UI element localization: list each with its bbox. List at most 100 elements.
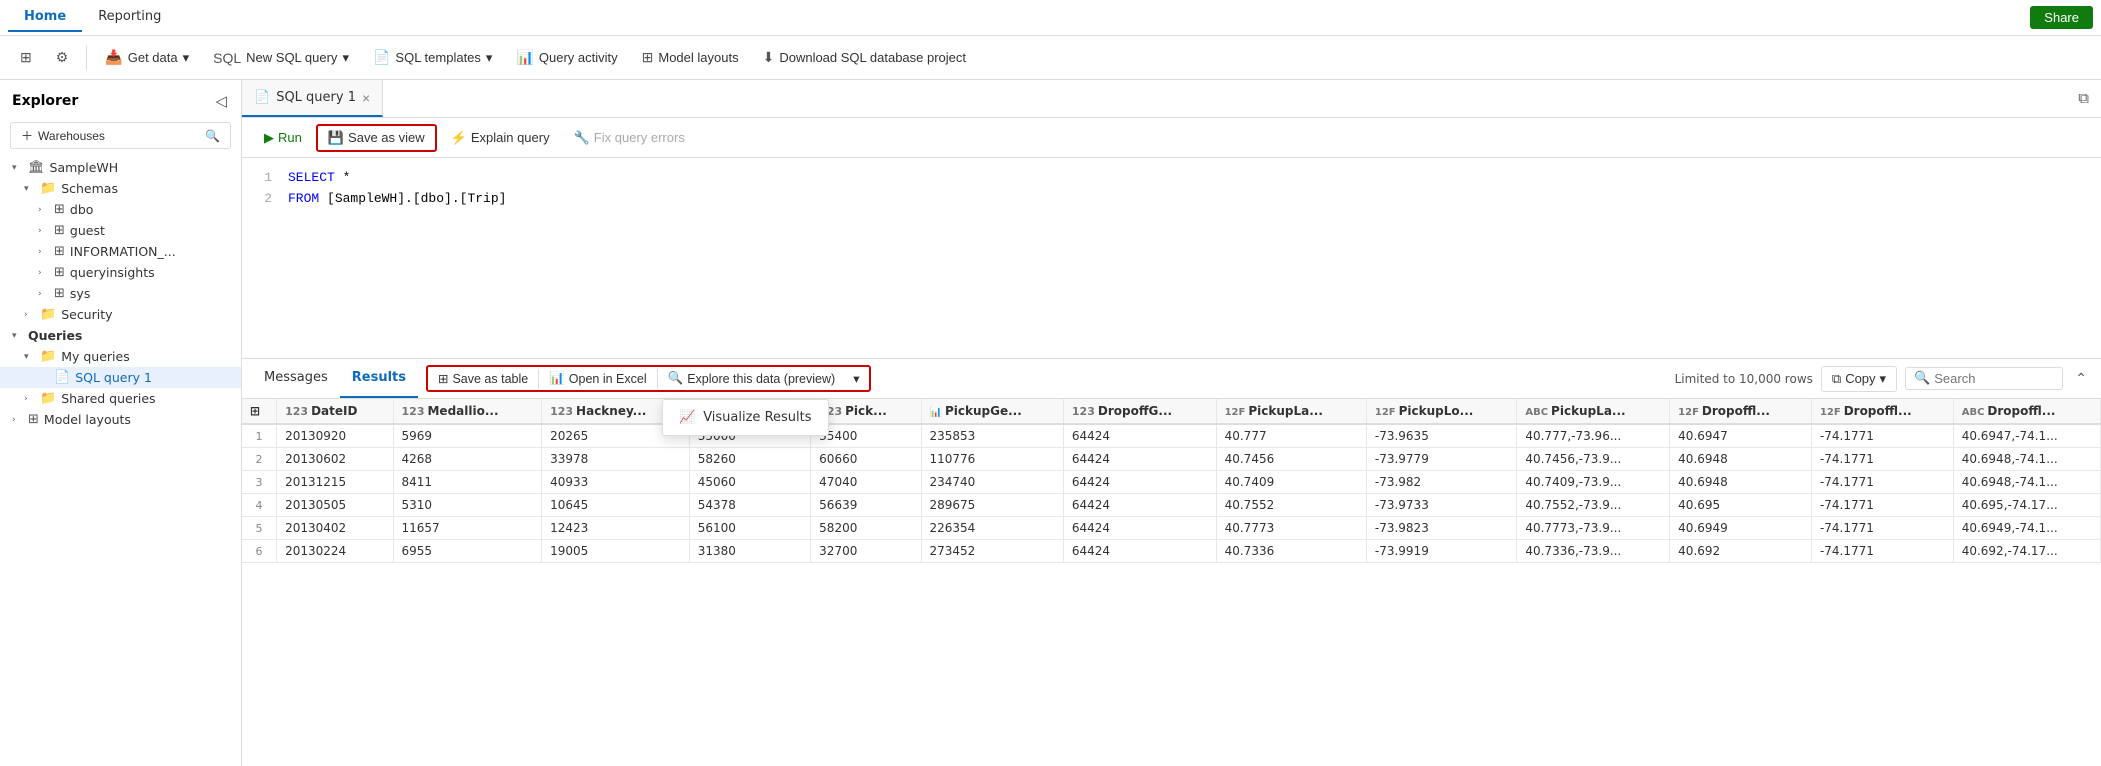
collapse-results-button[interactable]: ⌃ [2071, 366, 2091, 391]
col-header-medallio[interactable]: 123Medallio... [393, 399, 542, 424]
download-icon: ⬇ [763, 49, 775, 66]
run-button[interactable]: ▶ Run [254, 126, 312, 150]
query-activity-button[interactable]: 📊 Query activity [506, 45, 627, 70]
fix-icon: 🔧 [574, 130, 590, 146]
copy-tab-icon-btn[interactable]: ⧉ [2074, 86, 2093, 111]
table-cell: 20131215 [277, 471, 393, 494]
table-cell: -73.9779 [1366, 448, 1516, 471]
table-cell: 5310 [393, 494, 542, 517]
visualize-results-item[interactable]: 📈 Visualize Results [663, 404, 828, 431]
table-cell: 40.692,-74.17... [1953, 540, 2100, 563]
explore-icon: 🔍 [668, 371, 684, 386]
save-as-view-button[interactable]: 💾 Save as view [316, 124, 437, 152]
table-cell: 273452 [921, 540, 1063, 563]
tab-messages[interactable]: Messages [252, 359, 340, 398]
sql-editor[interactable]: 1 SELECT * 2 FROM [SampleWH].[dbo].[Trip… [242, 158, 2101, 358]
table-cell: 33978 [542, 448, 690, 471]
table-cell: 40.6949,-74.1... [1953, 517, 2100, 540]
table-cell: 20130505 [277, 494, 393, 517]
sql-icon: SQL [213, 50, 241, 66]
collapse-sidebar-button[interactable]: ◁ [213, 90, 229, 112]
table-cell: 32700 [811, 540, 921, 563]
col-header-pickupla2[interactable]: ABCPickupLa... [1517, 399, 1670, 424]
schema-icon: ⊞ [54, 286, 65, 301]
chevron-right-icon: › [38, 268, 52, 278]
save-as-table-button[interactable]: ⊞ Save as table [430, 368, 536, 389]
tab-home[interactable]: Home [8, 3, 82, 32]
tab-reporting[interactable]: Reporting [82, 3, 177, 32]
table-cell: 40.7456,-73.9... [1517, 448, 1670, 471]
toolbar-settings-btn[interactable]: ⚙ [46, 45, 79, 70]
table-cell: -74.1771 [1811, 471, 1953, 494]
model-layout-icon: ⊞ [28, 412, 39, 427]
search-input[interactable] [1934, 371, 2054, 386]
add-icon: ＋ [21, 127, 33, 144]
query-tab-1[interactable]: 📄 SQL query 1 × [242, 80, 383, 117]
table-cell: 40.7456 [1216, 448, 1366, 471]
col-header-dateid[interactable]: 123DateID [277, 399, 393, 424]
new-sql-query-button[interactable]: SQL New SQL query ▾ [203, 46, 359, 70]
sidebar-item-shared-queries[interactable]: › 📁 Shared queries [0, 388, 241, 409]
sidebar-item-my-queries[interactable]: ▾ 📁 My queries [0, 346, 241, 367]
results-right-actions: Limited to 10,000 rows ⧉ Copy ▾ 🔍 ⌃ [1675, 366, 2091, 392]
table-cell: 64424 [1063, 494, 1216, 517]
copy-button[interactable]: ⧉ Copy ▾ [1821, 366, 1897, 392]
explain-query-button[interactable]: ⚡ Explain query [441, 126, 560, 150]
activity-icon: 📊 [516, 49, 533, 66]
col-header-pickupla[interactable]: 12FPickupLa... [1216, 399, 1366, 424]
table-cell: 5969 [393, 424, 542, 448]
table-cell: 20130602 [277, 448, 393, 471]
copy-chevron: ▾ [1880, 371, 1887, 387]
table-cell: -73.9919 [1366, 540, 1516, 563]
table-icon: ⊞ [438, 371, 448, 386]
search-icon: 🔍 [205, 129, 220, 143]
col-header-dropoffl3[interactable]: ABCDropoffl... [1953, 399, 2100, 424]
tab-results[interactable]: Results [340, 359, 418, 398]
model-layouts-button[interactable]: ⊞ Model layouts [632, 45, 749, 70]
query-file-icon: 📄 [54, 370, 70, 385]
col-header-pickupgeo[interactable]: 📊PickupGe... [921, 399, 1063, 424]
sidebar-item-model-layouts[interactable]: › ⊞ Model layouts [0, 409, 241, 430]
table-cell: 40.7409 [1216, 471, 1366, 494]
sql-templates-button[interactable]: 📄 SQL templates ▾ [363, 45, 502, 70]
table-cell: 234740 [921, 471, 1063, 494]
sidebar-item-samplewh[interactable]: ▾ 🏛 SampleWH [0, 157, 241, 178]
close-tab-button[interactable]: × [362, 91, 370, 105]
sidebar-header: Explorer ◁ [0, 80, 241, 118]
fix-errors-button[interactable]: 🔧 Fix query errors [564, 126, 695, 150]
table-cell: 58260 [689, 448, 810, 471]
data-table-wrapper[interactable]: ⊞ 123DateID 123Medallio... 123Hackney... [242, 399, 2101, 766]
sidebar-item-queryinsights[interactable]: › ⊞ queryinsights [0, 262, 241, 283]
explore-data-button[interactable]: 🔍 Explore this data (preview) [660, 368, 844, 389]
chevron-right-icon: › [38, 205, 52, 215]
sidebar-item-dbo[interactable]: › ⊞ dbo [0, 199, 241, 220]
table-cell: 64424 [1063, 540, 1216, 563]
col-header-dropoffg[interactable]: 123DropoffG... [1063, 399, 1216, 424]
get-data-button[interactable]: 📥 Get data ▾ [95, 45, 199, 70]
sidebar-item-sql-query-1[interactable]: 📄 SQL query 1 [0, 367, 241, 388]
table-cell: 40.7552 [1216, 494, 1366, 517]
open-excel-button[interactable]: 📊 Open in Excel [541, 368, 654, 389]
col-header-dropoffl2[interactable]: 12FDropoffl... [1811, 399, 1953, 424]
col-header-pickuplo[interactable]: 12FPickupLo... [1366, 399, 1516, 424]
sql-tab-icon: 📄 [254, 90, 270, 105]
sidebar-item-schemas[interactable]: ▾ 📁 Schemas [0, 178, 241, 199]
table-cell: 20130920 [277, 424, 393, 448]
share-button[interactable]: Share [2030, 6, 2093, 29]
col-header-dropoffl1[interactable]: 12FDropoffl... [1670, 399, 1812, 424]
sidebar-item-information[interactable]: › ⊞ INFORMATION_... [0, 241, 241, 262]
sidebar-item-sys[interactable]: › ⊞ sys [0, 283, 241, 304]
save-icon: 💾 [328, 130, 344, 146]
add-warehouse-button[interactable]: ＋ Warehouses 🔍 [10, 122, 231, 149]
sidebar-tree: ▾ 🏛 SampleWH ▾ 📁 Schemas › ⊞ dbo › ⊞ gue… [0, 157, 241, 766]
get-data-icon: 📥 [105, 49, 122, 66]
table-row: 1201309205969202653500035400235853644244… [242, 424, 2101, 448]
toolbar-home-icon-btn[interactable]: ⊞ [10, 45, 42, 70]
more-options-button[interactable]: ▾ [845, 368, 867, 389]
sidebar-item-guest[interactable]: › ⊞ guest [0, 220, 241, 241]
table-cell: -74.1771 [1811, 517, 1953, 540]
download-project-button[interactable]: ⬇ Download SQL database project [753, 45, 976, 70]
table-cell: 40.777 [1216, 424, 1366, 448]
sidebar-item-security[interactable]: › 📁 Security [0, 304, 241, 325]
sidebar-item-queries[interactable]: ▾ Queries [0, 325, 241, 346]
